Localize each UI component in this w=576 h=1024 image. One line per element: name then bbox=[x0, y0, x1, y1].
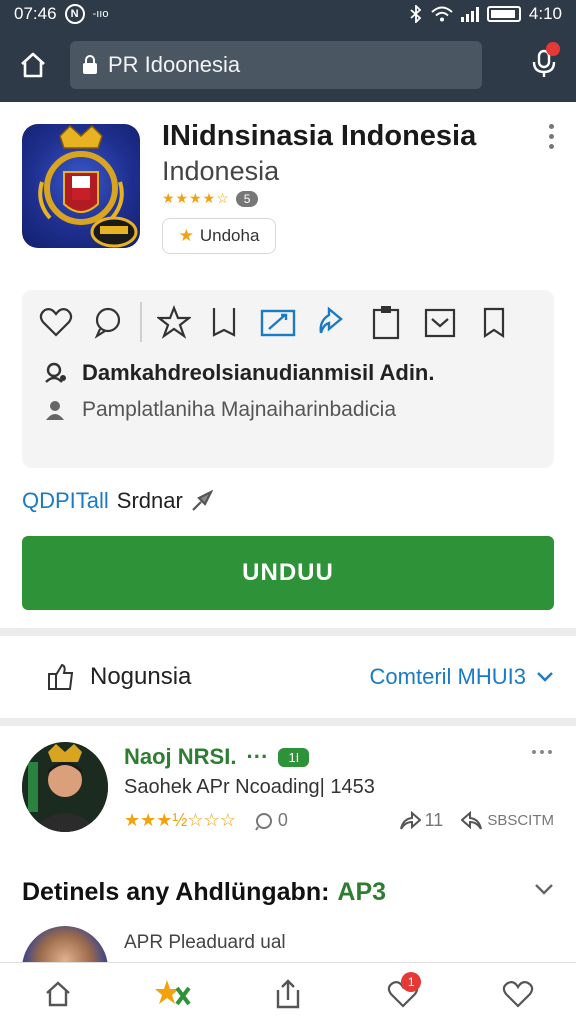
comment-icon bbox=[255, 812, 272, 831]
review-text: Saohek APr Ncoading| 1453 bbox=[124, 776, 375, 798]
app-rating: ★★★★☆ 5 bbox=[162, 190, 259, 207]
signal-icon bbox=[460, 6, 479, 22]
heart-icon[interactable] bbox=[36, 302, 76, 342]
app-subtitle: Indonesia bbox=[162, 156, 280, 186]
rating-stars: ★★★★☆ bbox=[162, 190, 230, 206]
reviewer-name: Naoj NRSI. bbox=[124, 744, 237, 769]
section-title: Nogunsia bbox=[90, 663, 192, 690]
nav-notifications[interactable]: 1 bbox=[379, 970, 427, 1018]
comment-count[interactable]: 0 bbox=[254, 810, 288, 831]
home-icon[interactable] bbox=[18, 50, 48, 80]
url-text: PR Idoonesia bbox=[108, 52, 241, 77]
user-search-icon bbox=[45, 362, 66, 383]
reviewer-badge: 1I bbox=[278, 747, 310, 767]
status-time: 07:46 bbox=[14, 4, 57, 23]
thumbs-up-icon bbox=[48, 663, 74, 690]
notification-badge: 1 bbox=[401, 971, 422, 992]
details-title: Detinels any Ahdlüngabn: AP3 bbox=[22, 878, 386, 907]
info-line-1-text: Damkahdreolsianudianmisil Adin. bbox=[82, 360, 435, 385]
details-chevron-icon[interactable] bbox=[534, 882, 554, 896]
info-line-2-text: Pamplatlaniha Majnaiharinbadicia bbox=[82, 398, 397, 421]
bottom-nav: 1 bbox=[0, 962, 576, 1024]
chip-label: Undoha bbox=[199, 226, 260, 245]
link-blue-text: QDPITall bbox=[22, 488, 109, 513]
status-bar: 07:46 N -ııo 4:10 bbox=[0, 0, 576, 28]
bluetooth-icon bbox=[410, 5, 422, 23]
reviewer-ellipsis: ··· bbox=[246, 744, 269, 769]
star-icon: ★ bbox=[178, 226, 194, 245]
chat-icon[interactable] bbox=[88, 302, 128, 342]
app-title: INidnsinasia Indonesia bbox=[162, 120, 477, 152]
report-button[interactable]: SBSCITM bbox=[461, 810, 554, 831]
link-row[interactable]: QDPITall Srdnar bbox=[22, 488, 215, 514]
nav-home[interactable] bbox=[34, 970, 82, 1018]
action-panel: Damkahdreolsianudianmisil Adin. Pamplatl… bbox=[22, 290, 554, 468]
link-dark-text: Srdnar bbox=[116, 488, 183, 513]
review-overflow-icon[interactable] bbox=[532, 750, 552, 754]
section-bar: Nogunsia Comteril MHUI3 bbox=[0, 636, 576, 718]
wifi-icon bbox=[431, 6, 453, 22]
overflow-menu-icon[interactable] bbox=[549, 124, 554, 149]
info-line-developer: Damkahdreolsianudianmisil Adin. bbox=[44, 360, 434, 386]
heart-outline-icon bbox=[503, 980, 534, 1008]
share-count-value: 11 bbox=[424, 810, 444, 830]
upload-icon bbox=[276, 978, 300, 1008]
nav-featured[interactable] bbox=[149, 970, 197, 1018]
action-divider bbox=[140, 302, 142, 342]
reply-icon bbox=[461, 810, 483, 830]
app-detail-card: INidnsinasia Indonesia Indonesia ★★★★☆ 5… bbox=[0, 102, 576, 628]
reviewer-avatar[interactable] bbox=[22, 742, 108, 832]
chevron-down-icon bbox=[537, 672, 553, 682]
url-bar[interactable]: PR Idoonesia bbox=[70, 41, 482, 89]
app-icon[interactable] bbox=[22, 124, 140, 248]
notification-n-icon: N bbox=[64, 4, 85, 24]
report-label: SBSCITM bbox=[487, 812, 554, 829]
rating-count-badge: 5 bbox=[235, 190, 259, 207]
mic-recording-dot bbox=[546, 41, 560, 56]
comment-count-value: 0 bbox=[277, 810, 288, 830]
download-button[interactable]: UNDUU bbox=[22, 536, 554, 610]
section-more-link[interactable]: Comteril MHUI3 bbox=[370, 664, 554, 690]
edit-icon[interactable] bbox=[258, 302, 298, 342]
bookmark-open-icon[interactable] bbox=[204, 302, 244, 342]
forward-icon bbox=[399, 810, 421, 830]
rocket-icon bbox=[192, 490, 214, 511]
nav-favorites[interactable] bbox=[494, 970, 542, 1018]
star-cross-icon bbox=[154, 979, 191, 1005]
section-more-label: Comteril MHUI3 bbox=[369, 664, 526, 689]
details-title-accent: AP3 bbox=[337, 878, 387, 906]
lock-icon bbox=[83, 55, 97, 74]
battery-icon bbox=[486, 6, 521, 22]
share-count[interactable]: 11 bbox=[399, 810, 444, 831]
install-chip-button[interactable]: ★ Undoha bbox=[162, 218, 276, 254]
browser-toolbar: PR Idoonesia bbox=[0, 28, 576, 102]
details-subtitle: APR Pleaduard ual bbox=[124, 932, 286, 953]
reviewer-name-row: Naoj NRSI. ··· 1I bbox=[124, 744, 310, 770]
share-icon[interactable] bbox=[312, 302, 352, 342]
star-outline-icon[interactable] bbox=[154, 302, 194, 342]
review-card: Naoj NRSI. ··· 1I Saohek APr Ncoading| 1… bbox=[0, 726, 576, 962]
mic-button[interactable] bbox=[530, 41, 560, 83]
review-meta: ★★★½☆☆☆ 0 11 SBSCITM bbox=[124, 810, 554, 831]
home-outline-icon bbox=[45, 980, 70, 1006]
status-clock-right: 4:10 bbox=[528, 4, 562, 23]
app-emblem-icon bbox=[38, 124, 138, 248]
details-avatar bbox=[22, 926, 108, 962]
mail-icon[interactable] bbox=[420, 302, 460, 342]
flag-icon[interactable] bbox=[474, 302, 514, 342]
clipboard-icon[interactable] bbox=[366, 302, 406, 342]
action-icon-row bbox=[36, 302, 546, 342]
nav-share[interactable] bbox=[264, 970, 312, 1018]
person-icon bbox=[46, 401, 64, 420]
review-stars: ★★★½☆☆☆ bbox=[124, 810, 236, 830]
info-line-publisher: Pamplatlaniha Majnaiharinbadicia bbox=[44, 398, 396, 422]
status-small-text: -ııo bbox=[92, 8, 109, 20]
details-title-text: Detinels any Ahdlüngabn: bbox=[22, 878, 330, 906]
